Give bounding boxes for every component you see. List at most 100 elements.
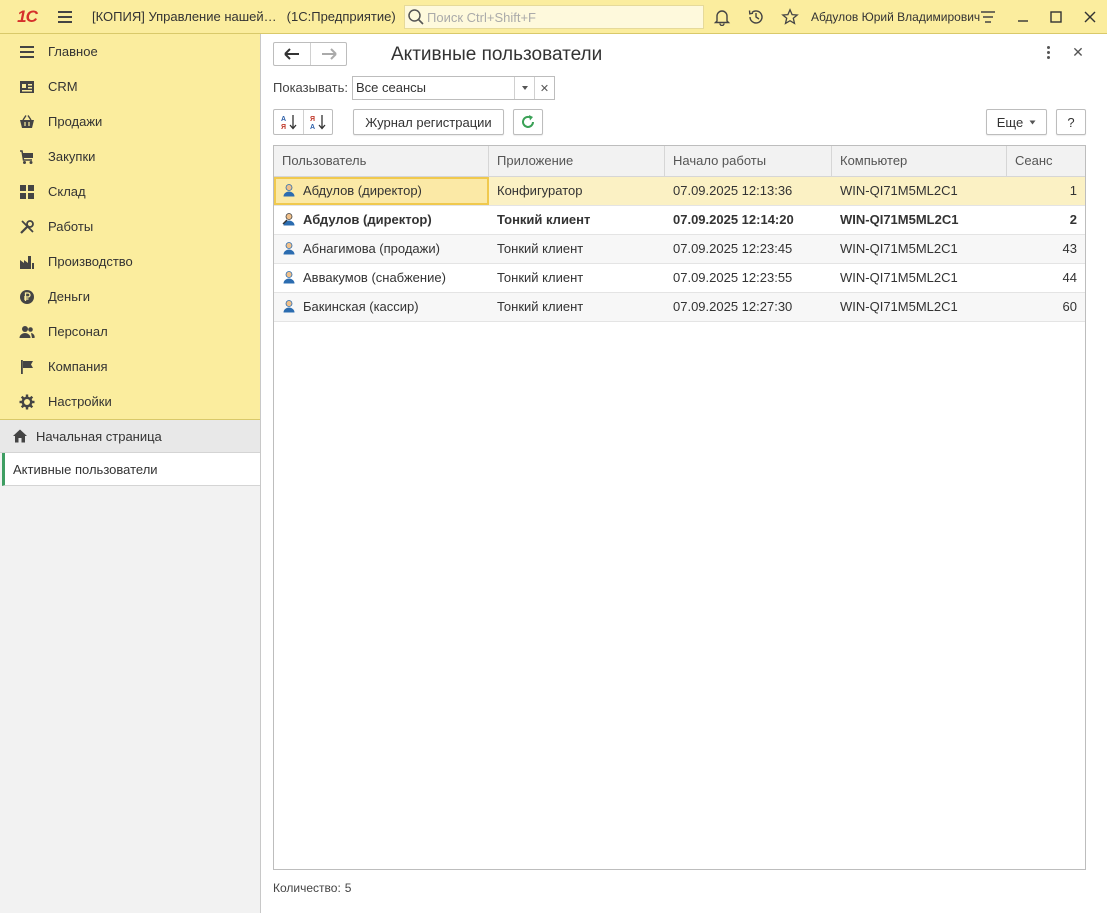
current-user[interactable]: Абдулов Юрий Владимирович [811, 10, 980, 24]
table-row[interactable]: Бакинская (кассир) Тонкий клиент 07.09.2… [274, 293, 1085, 322]
minimize-icon[interactable] [1013, 7, 1033, 27]
column-header-start[interactable]: Начало работы [665, 146, 832, 176]
dropdown-arrow-icon[interactable] [514, 77, 534, 99]
home-page-label: Начальная страница [36, 428, 162, 444]
user-icon [283, 242, 295, 255]
section-works[interactable]: Работы [0, 209, 260, 244]
table-row[interactable]: Аввакумов (снабжение) Тонкий клиент 07.0… [274, 264, 1085, 293]
section-main[interactable]: Главное [0, 34, 260, 69]
column-header-application[interactable]: Приложение [489, 146, 665, 176]
open-window-active-users[interactable]: Активные пользователи [2, 453, 260, 486]
cell-computer[interactable]: WIN-QI71M5ML2C1 [832, 206, 1007, 234]
cell-user[interactable]: Бакинская (кассир) [274, 293, 489, 321]
menu-lines-icon [18, 43, 36, 61]
section-label: CRM [48, 79, 78, 94]
table-row[interactable]: Абнагимова (продажи) Тонкий клиент 07.09… [274, 235, 1085, 264]
section-company[interactable]: Компания [0, 349, 260, 384]
global-search[interactable] [404, 5, 704, 29]
bell-icon[interactable] [712, 7, 732, 27]
form-area: Активные пользователи ✕ Показывать: Все … [262, 34, 1107, 913]
cell-application[interactable]: Тонкий клиент [489, 235, 665, 263]
ruble-icon [18, 288, 36, 306]
cell-computer[interactable]: WIN-QI71M5ML2C1 [832, 293, 1007, 321]
svg-text:Я: Я [310, 116, 315, 123]
section-production[interactable]: Производство [0, 244, 260, 279]
cart-icon [18, 148, 36, 166]
search-input[interactable] [427, 9, 697, 25]
sort-az-icon: АЯ [281, 115, 296, 131]
cell-session[interactable]: 44 [1007, 264, 1085, 292]
home-page-link[interactable]: Начальная страница [0, 420, 260, 453]
svg-text:Я: Я [281, 124, 286, 131]
back-button[interactable] [274, 43, 310, 65]
svg-text:А: А [281, 116, 286, 123]
cell-start[interactable]: 07.09.2025 12:14:20 [665, 206, 832, 234]
section-label: Настройки [48, 394, 112, 409]
cell-session[interactable]: 60 [1007, 293, 1085, 321]
cell-user[interactable]: Абдулов (директор) [274, 206, 489, 234]
section-personnel[interactable]: Персонал [0, 314, 260, 349]
cell-application[interactable]: Тонкий клиент [489, 206, 665, 234]
cell-start[interactable]: 07.09.2025 12:23:45 [665, 235, 832, 263]
column-header-session[interactable]: Сеанс [1007, 146, 1085, 176]
maximize-icon[interactable] [1046, 7, 1066, 27]
cell-session[interactable]: 1 [1007, 177, 1085, 205]
section-label: Работы [48, 219, 94, 234]
more-actions-icon[interactable] [1040, 44, 1056, 60]
section-label: Главное [48, 44, 98, 59]
star-icon[interactable] [780, 7, 800, 27]
cell-session[interactable]: 43 [1007, 235, 1085, 263]
cell-computer[interactable]: WIN-QI71M5ML2C1 [832, 235, 1007, 263]
active-users-table[interactable]: Пользователь Приложение Начало работы Ко… [273, 145, 1086, 870]
table-row[interactable]: Абдулов (директор) Тонкий клиент 07.09.2… [274, 206, 1085, 235]
1c-logo: 1С [17, 6, 38, 26]
event-log-button[interactable]: Журнал регистрации [353, 109, 504, 135]
open-windows-list: Начальная страница Активные пользователи [0, 420, 260, 486]
svg-text:А: А [310, 124, 315, 131]
main-menu-icon[interactable] [58, 0, 78, 34]
cell-computer[interactable]: WIN-QI71M5ML2C1 [832, 177, 1007, 205]
refresh-icon [522, 115, 534, 128]
cell-session[interactable]: 2 [1007, 206, 1085, 234]
section-money[interactable]: Деньги [0, 279, 260, 314]
sort-descending-button[interactable]: ЯА [303, 110, 332, 134]
show-filter-select[interactable]: Все сеансы ✕ [352, 76, 555, 100]
section-sales[interactable]: Продажи [0, 104, 260, 139]
cell-start[interactable]: 07.09.2025 12:13:36 [665, 177, 832, 205]
cell-user[interactable]: Абдулов (директор) [274, 177, 489, 205]
user-name: Абдулов (директор) [303, 212, 432, 227]
home-icon [13, 429, 27, 443]
cell-application[interactable]: Тонкий клиент [489, 264, 665, 292]
cell-start[interactable]: 07.09.2025 12:27:30 [665, 293, 832, 321]
close-window-icon[interactable] [1080, 7, 1100, 27]
section-crm[interactable]: CRM [0, 69, 260, 104]
section-settings[interactable]: Настройки [0, 384, 260, 419]
form-title: Активные пользователи [391, 44, 603, 65]
section-label: Персонал [48, 324, 108, 339]
refresh-button[interactable] [513, 109, 543, 135]
section-warehouse[interactable]: Склад [0, 174, 260, 209]
user-icon [283, 184, 295, 197]
table-row[interactable]: Абдулов (директор) Конфигуратор 07.09.20… [274, 177, 1085, 206]
history-icon[interactable] [746, 7, 766, 27]
cell-start[interactable]: 07.09.2025 12:23:55 [665, 264, 832, 292]
help-button[interactable]: ? [1056, 109, 1086, 135]
more-button[interactable]: Еще [986, 109, 1047, 135]
row-count: Количество: 5 [273, 881, 351, 895]
settings-menu-icon[interactable] [978, 7, 998, 27]
cell-user[interactable]: Абнагимова (продажи) [274, 235, 489, 263]
show-filter-value[interactable]: Все сеансы [353, 77, 514, 99]
cell-computer[interactable]: WIN-QI71M5ML2C1 [832, 264, 1007, 292]
forward-button[interactable] [310, 43, 346, 65]
cell-user[interactable]: Аввакумов (снабжение) [274, 264, 489, 292]
close-form-icon[interactable]: ✕ [1070, 44, 1086, 60]
cell-application[interactable]: Тонкий клиент [489, 293, 665, 321]
column-header-user[interactable]: Пользователь [274, 146, 489, 176]
show-filter-label: Показывать: [273, 80, 348, 95]
sort-ascending-button[interactable]: АЯ [274, 110, 303, 134]
cell-application[interactable]: Конфигуратор [489, 177, 665, 205]
clear-icon[interactable]: ✕ [534, 77, 554, 99]
arrow-right-icon [321, 48, 337, 60]
section-purchases[interactable]: Закупки [0, 139, 260, 174]
column-header-computer[interactable]: Компьютер [832, 146, 1007, 176]
